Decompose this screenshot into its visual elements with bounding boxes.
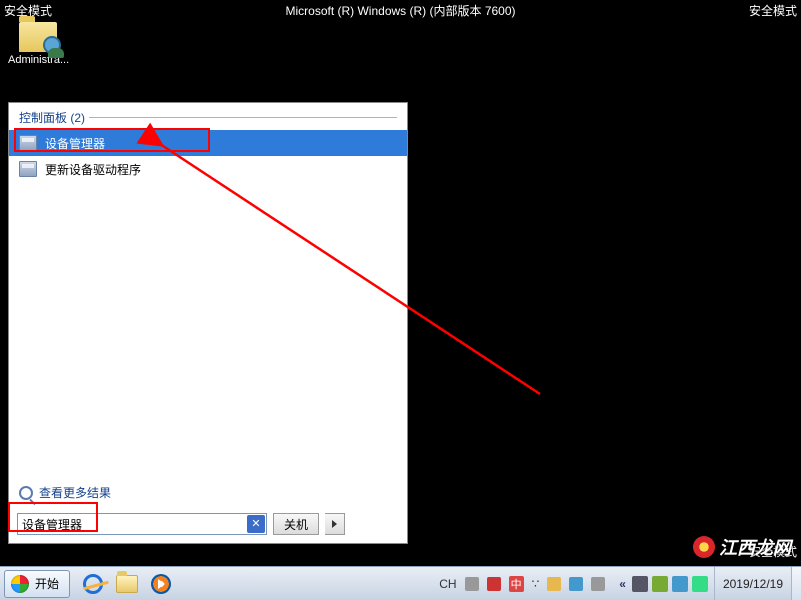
watermark: 江西龙网 xyxy=(693,534,791,560)
taskbar: 开始 CH 中 ∵ « 2019/12/19 xyxy=(0,566,801,600)
tray-icon[interactable] xyxy=(672,576,688,592)
ime-icon xyxy=(487,577,501,591)
windows-orb-icon xyxy=(11,575,29,593)
search-input-wrap: ✕ xyxy=(17,513,267,535)
start-menu-results-list: 设备管理器 更新设备驱动程序 xyxy=(9,130,407,182)
system-tray: « xyxy=(611,576,714,592)
start-menu-empty-area xyxy=(9,182,407,478)
ime-tool-icon xyxy=(591,577,605,591)
user-badge-icon xyxy=(43,36,61,54)
ime-mode-label: 中 xyxy=(509,576,524,592)
result-update-drivers[interactable]: 更新设备驱动程序 xyxy=(9,156,407,182)
result-label: 设备管理器 xyxy=(45,135,105,152)
start-menu-panel: 控制面板 (2) 设备管理器 更新设备驱动程序 查看更多结果 ✕ 关机 xyxy=(8,102,408,544)
quick-launch xyxy=(74,571,180,597)
chevron-right-icon xyxy=(332,520,337,528)
section-header-label: 控制面板 (2) xyxy=(19,109,85,126)
clear-search-button[interactable]: ✕ xyxy=(247,515,265,533)
watermark-logo-icon xyxy=(693,536,715,558)
folder-icon xyxy=(19,22,57,52)
result-device-manager[interactable]: 设备管理器 xyxy=(9,130,407,156)
start-menu-section-header: 控制面板 (2) xyxy=(9,103,407,130)
divider xyxy=(89,117,397,118)
start-menu-footer: ✕ 关机 xyxy=(9,507,407,543)
tray-expand-button[interactable]: « xyxy=(617,577,628,591)
file-explorer-icon[interactable] xyxy=(114,571,140,597)
result-label: 更新设备驱动程序 xyxy=(45,161,141,178)
watermark-text: 江西龙网 xyxy=(719,534,791,560)
tray-icon[interactable] xyxy=(692,576,708,592)
search-icon xyxy=(19,486,33,500)
driver-update-icon xyxy=(19,161,37,177)
desktop-icon-administrator[interactable]: Administra... xyxy=(8,22,68,66)
internet-explorer-icon[interactable] xyxy=(80,571,106,597)
ime-tool-icon xyxy=(547,577,561,591)
ime-icon xyxy=(465,577,479,591)
tray-icon[interactable] xyxy=(652,576,668,592)
search-input[interactable] xyxy=(17,513,267,535)
language-bar[interactable]: CH 中 ∵ xyxy=(433,576,611,592)
see-more-results[interactable]: 查看更多结果 xyxy=(9,478,407,507)
see-more-label: 查看更多结果 xyxy=(39,484,111,501)
start-button-label: 开始 xyxy=(35,575,59,592)
windows-build-title: Microsoft (R) Windows (R) (内部版本 7600) xyxy=(0,2,801,19)
shutdown-button[interactable]: 关机 xyxy=(273,513,319,535)
taskbar-date[interactable]: 2019/12/19 xyxy=(714,567,791,600)
ime-tool-icon xyxy=(569,577,583,591)
device-manager-icon xyxy=(19,135,37,151)
show-desktop-button[interactable] xyxy=(791,567,801,600)
lang-prefix: CH xyxy=(439,577,456,591)
start-button[interactable]: 开始 xyxy=(4,570,70,598)
shutdown-options-button[interactable] xyxy=(325,513,345,535)
media-player-icon[interactable] xyxy=(148,571,174,597)
tray-icon[interactable] xyxy=(632,576,648,592)
